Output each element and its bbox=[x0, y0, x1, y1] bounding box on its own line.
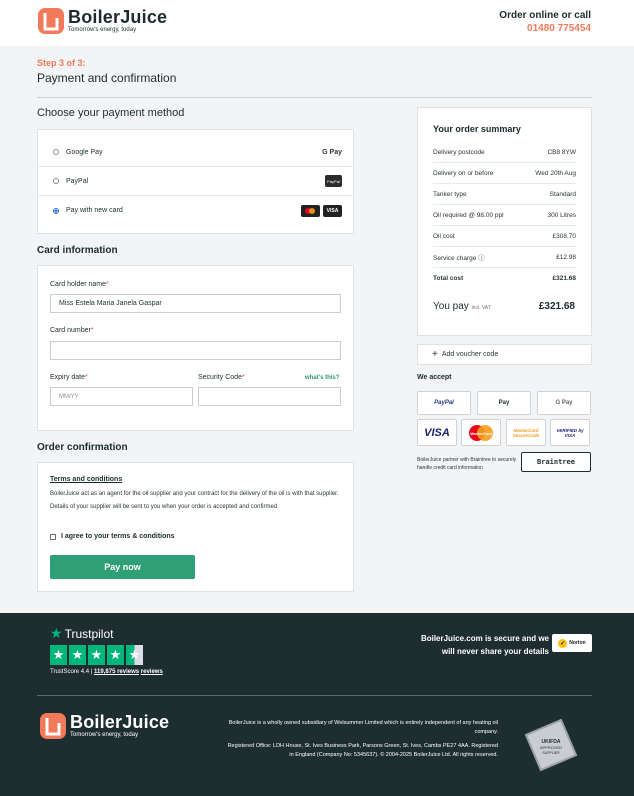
mastercard-icon bbox=[301, 204, 320, 217]
registered-text: Registered Office: LDH House, St. Ives B… bbox=[227, 743, 498, 758]
reviews-link[interactable]: 119,875 reviews bbox=[94, 669, 139, 675]
site-header: BoilerJuice Tomorrow's energy, today Ord… bbox=[0, 0, 634, 46]
mastercard-accept-logo: MasterCard bbox=[461, 419, 501, 446]
radio-google-pay[interactable] bbox=[53, 149, 59, 155]
half-star-icon: ★ bbox=[126, 645, 143, 665]
google-pay-icon: G Pay bbox=[322, 148, 342, 156]
expiry-input[interactable]: MM/YY bbox=[50, 387, 193, 406]
subsidiary-text: BoilerJuice is a wholly owned subsidiary… bbox=[228, 720, 498, 735]
terms-text: BoilerJuice act as an agent for the oil … bbox=[50, 491, 339, 510]
google-pay-accept-logo: G Pay bbox=[537, 391, 591, 415]
summary-row-service: Service charge ⓘ £12.98 bbox=[433, 247, 576, 268]
paypal-accept-logo: PayPal bbox=[417, 391, 471, 415]
payment-method-card: Google Pay G Pay PayPal PayPal Pay with … bbox=[37, 129, 354, 234]
card-number-label: Card number* bbox=[50, 327, 94, 334]
card-number-input[interactable] bbox=[50, 341, 341, 360]
security-code-label: Security Code* bbox=[198, 374, 245, 381]
trustscore: TrustScore 4.4 | 119,875 reviews reviews bbox=[50, 669, 163, 675]
order-summary-card: Your order summary Delivery postcode CB8 … bbox=[417, 107, 592, 336]
boilerjuice-logo-icon bbox=[40, 713, 66, 739]
security-code-input[interactable] bbox=[198, 387, 341, 406]
trustpilot-stars: ★ ★ ★ ★ ★ bbox=[50, 645, 143, 665]
add-voucher-button[interactable]: + Add voucher code bbox=[417, 344, 592, 365]
radio-new-card[interactable] bbox=[53, 207, 59, 214]
check-icon: ✓ bbox=[558, 638, 568, 648]
logo-name: BoilerJuice bbox=[68, 7, 168, 27]
plus-icon: + bbox=[432, 349, 438, 360]
svg-text:MasterCard: MasterCard bbox=[470, 431, 493, 436]
mastercard-icon: MasterCard bbox=[469, 424, 493, 441]
pay-now-button[interactable]: Pay now bbox=[50, 555, 195, 579]
payment-option-label: Google Pay bbox=[66, 148, 103, 156]
svg-text:APPROVED: APPROVED bbox=[540, 745, 562, 750]
payment-option-label: PayPal bbox=[66, 177, 89, 185]
order-online: Order online or call 01480 775454 bbox=[499, 10, 591, 35]
trustpilot-logo[interactable]: ★ Trustpilot bbox=[50, 625, 113, 642]
logo-name: BoilerJuice bbox=[70, 712, 170, 732]
terms-link[interactable]: Terms and conditions bbox=[50, 476, 122, 483]
order-confirmation-card: Terms and conditions BoilerJuice act as … bbox=[37, 462, 354, 592]
order-online-text: Order online or call bbox=[499, 10, 591, 21]
mastercard-securecode-logo: MasterCard SecureCode bbox=[506, 419, 546, 446]
summary-row: Delivery postcode CB8 8YW bbox=[433, 142, 576, 163]
ukifda-badge: UKIFDA APPROVED SUPPLIER bbox=[524, 718, 578, 772]
payment-method-title: Choose your payment method bbox=[37, 107, 185, 119]
svg-text:SUPPLIER: SUPPLIER bbox=[542, 751, 560, 755]
star-icon: ★ bbox=[88, 645, 105, 665]
agree-label: I agree to your terms & conditions bbox=[61, 533, 175, 540]
apple-pay-logo: Pay bbox=[477, 391, 531, 415]
site-footer: ★ Trustpilot ★ ★ ★ ★ ★ TrustScore 4.4 | … bbox=[0, 613, 634, 796]
you-pay-label: You pay incl. VAT bbox=[433, 301, 491, 312]
footer-divider bbox=[37, 695, 592, 696]
verified-by-visa-logo: VERIFIED by VISA bbox=[550, 419, 590, 446]
summary-total: Total cost £321.68 bbox=[433, 275, 576, 282]
whats-this-link[interactable]: what's this? bbox=[305, 375, 339, 381]
you-pay-value: £321.68 bbox=[538, 301, 575, 312]
payment-option-google-pay[interactable]: Google Pay G Pay bbox=[38, 138, 354, 167]
holder-name-input[interactable]: Miss Estela Maria Janela Gaspar bbox=[50, 294, 341, 313]
boilerjuice-logo[interactable]: BoilerJuice Tomorrow's energy, today bbox=[38, 8, 167, 34]
payment-option-paypal[interactable]: PayPal PayPal bbox=[38, 167, 354, 196]
page-title: Payment and confirmation bbox=[37, 71, 177, 85]
visa-accept-logo: VISA bbox=[417, 419, 457, 446]
footer-logo[interactable]: BoilerJuice Tomorrow's energy, today bbox=[40, 713, 169, 739]
summary-row: Delivery on or before Wed 20th Aug bbox=[433, 163, 576, 184]
step-label: Step 3 of 3: bbox=[37, 58, 86, 68]
agree-checkbox[interactable] bbox=[50, 533, 56, 540]
logo-tagline: Tomorrow's energy, today bbox=[70, 732, 139, 738]
holder-name-label: Card holder name* bbox=[50, 281, 109, 288]
summary-row: Tanker type Standard bbox=[433, 184, 576, 205]
radio-paypal[interactable] bbox=[53, 178, 59, 184]
divider bbox=[37, 97, 592, 98]
star-icon: ★ bbox=[69, 645, 86, 665]
star-icon: ★ bbox=[50, 625, 63, 641]
secure-text: BoilerJuice.com is secure and we will ne… bbox=[420, 634, 549, 656]
summary-title: Your order summary bbox=[433, 124, 521, 134]
logo-tagline: Tomorrow's energy, today bbox=[68, 27, 137, 33]
summary-row: Oil cost £308.70 bbox=[433, 226, 576, 247]
footer-legal: BoilerJuice is a wholly owned subsidiary… bbox=[222, 719, 498, 760]
braintree-logo: Braintree bbox=[521, 452, 591, 472]
boilerjuice-logo-icon bbox=[38, 8, 64, 34]
voucher-label: Add voucher code bbox=[441, 351, 499, 358]
we-accept-title: We accept bbox=[417, 374, 452, 381]
norton-badge: ✓ Norton bbox=[552, 634, 592, 652]
star-icon: ★ bbox=[107, 645, 124, 665]
payment-option-new-card[interactable]: Pay with new card VISA bbox=[38, 196, 354, 225]
payment-option-label: Pay with new card bbox=[66, 207, 123, 214]
agree-terms[interactable]: I agree to your terms & conditions bbox=[50, 533, 175, 540]
card-info-card: Card holder name* Miss Estela Maria Jane… bbox=[37, 265, 354, 431]
paypal-icon: PayPal bbox=[325, 175, 342, 187]
star-icon: ★ bbox=[50, 645, 67, 665]
braintree-text: BoilerJuice partner with Braintree to se… bbox=[417, 457, 517, 471]
phone-number[interactable]: 01480 775454 bbox=[499, 22, 591, 35]
summary-row: Oil required @ 98.00 ppl 300 Litres bbox=[433, 205, 576, 226]
expiry-label: Expiry date* bbox=[50, 374, 88, 381]
visa-icon: VISA bbox=[323, 204, 342, 217]
card-info-title: Card information bbox=[37, 245, 118, 256]
order-confirmation-title: Order confirmation bbox=[37, 442, 128, 453]
